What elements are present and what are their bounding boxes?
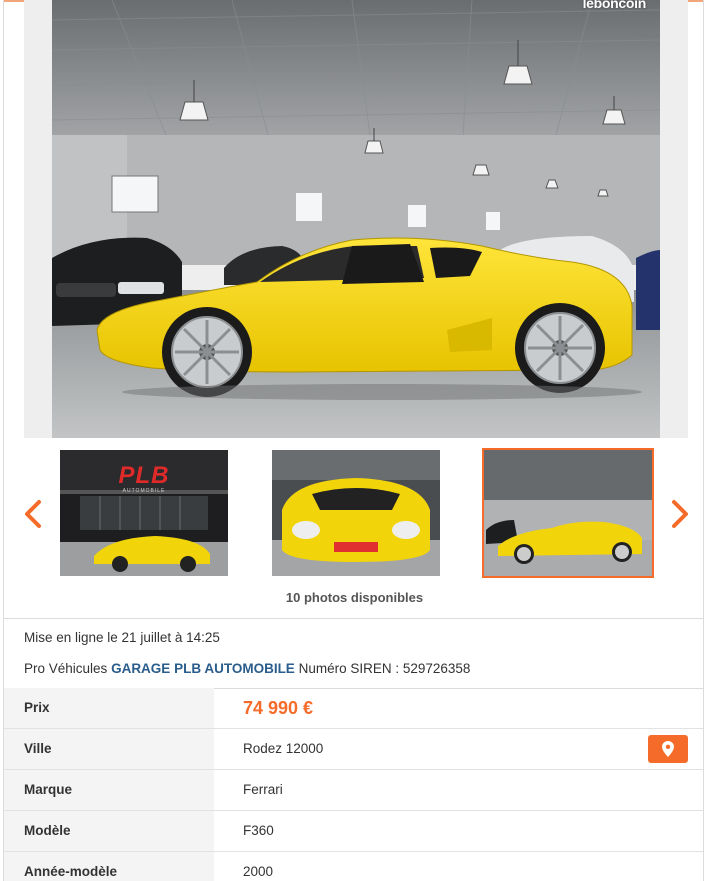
posted-date: Mise en ligne le 21 juillet à 14:25 (24, 630, 220, 645)
seller-type: Pro Véhicules (24, 661, 108, 676)
detail-row-brand: Marque Ferrari (4, 770, 703, 811)
thumbnail-brand-subtitle: AUTOMOBILE (122, 488, 166, 494)
main-photo-image (52, 0, 660, 438)
detail-row-price: Prix 74 990 € (4, 688, 703, 729)
previous-photo-button[interactable] (18, 494, 48, 534)
thumbnail-brand-text: PLB (118, 462, 170, 489)
chevron-left-icon (25, 500, 41, 528)
photos-count: 10 photos disponibles (285, 590, 424, 605)
detail-label: Modèle (4, 811, 214, 851)
thumbnail-1[interactable]: PLB AUTOMOBILE (60, 450, 228, 576)
leboncoin-watermark: leboncoin (582, 0, 647, 11)
detail-label: Ville (4, 729, 214, 769)
main-photo[interactable]: leboncoin (52, 0, 660, 438)
seller-name-link[interactable]: GARAGE PLB AUTOMOBILE (111, 661, 295, 676)
thumbnail-3-selected[interactable] (482, 448, 654, 578)
details-table: Prix 74 990 € Ville Rodez 12000 Marque F… (4, 688, 703, 881)
detail-row-model: Modèle F360 (4, 811, 703, 852)
thumbnail-2[interactable] (272, 450, 440, 576)
map-location-button[interactable] (648, 735, 688, 763)
detail-row-year: Année-modèle 2000 (4, 852, 703, 881)
price-value: 74 990 € (243, 698, 314, 718)
thumbnail-strip: PLB AUTOMOBILE 10 photos disponibles (4, 438, 703, 618)
next-photo-button[interactable] (665, 494, 695, 534)
siren-number: Numéro SIREN : 529726358 (298, 661, 471, 676)
city-value: Rodez 12000 (243, 741, 324, 756)
map-pin-icon (662, 741, 674, 757)
main-photo-container: leboncoin (24, 0, 688, 438)
seller-info: Pro Véhicules GARAGE PLB AUTOMOBILE Numé… (24, 661, 470, 676)
listing-card: leboncoin PLB AUTOMOBILE 10 photos dispo… (3, 0, 704, 881)
brand-value: Ferrari (243, 782, 283, 797)
detail-label: Prix (4, 688, 214, 728)
detail-label: Année-modèle (4, 852, 214, 881)
divider (4, 618, 703, 619)
model-value: F360 (243, 823, 274, 838)
detail-label: Marque (4, 770, 214, 810)
chevron-right-icon (672, 500, 688, 528)
detail-row-city: Ville Rodez 12000 (4, 729, 703, 770)
year-value: 2000 (243, 864, 274, 879)
